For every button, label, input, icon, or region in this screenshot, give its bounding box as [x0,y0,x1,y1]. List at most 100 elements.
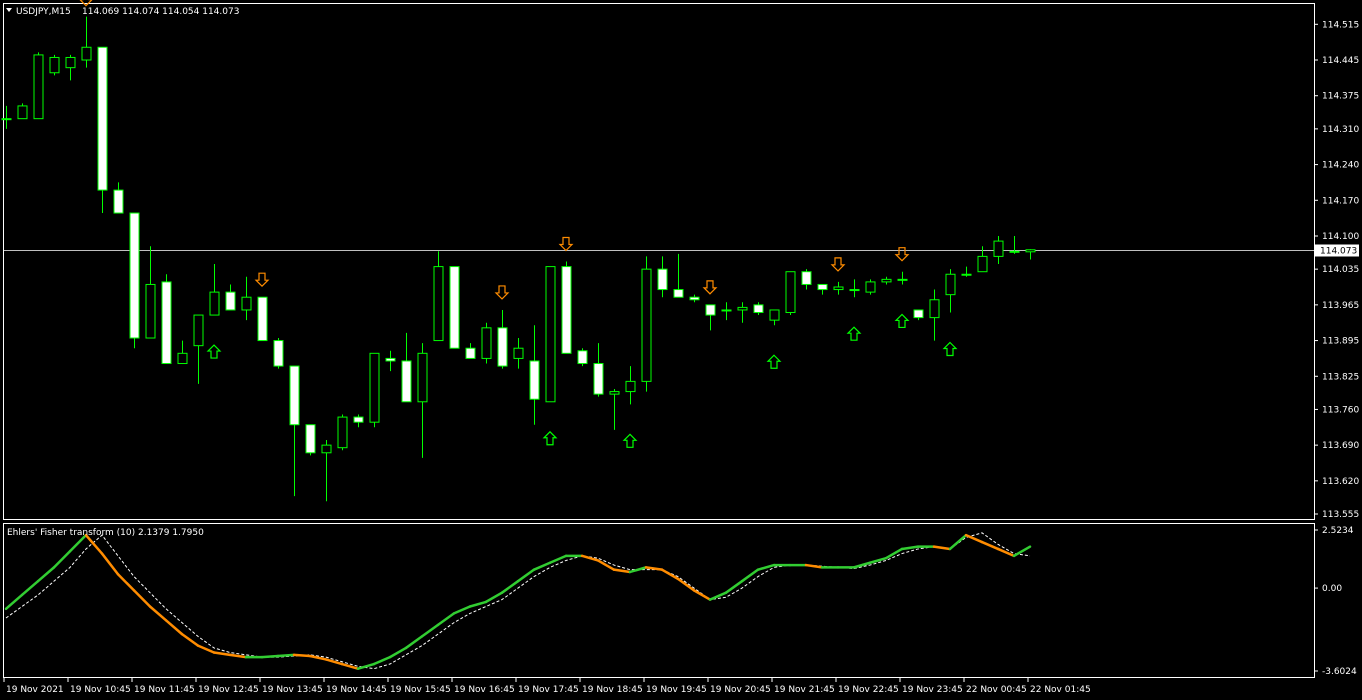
candle [65,54,76,81]
candle-body-bear [801,271,812,285]
candle-body-bear [257,296,268,342]
candle [641,256,652,392]
time-tick-label: 19 Nov 17:45 [518,685,579,695]
candle-body-bull [241,296,252,311]
price-tick-label: 113.690 [1322,441,1359,451]
arrow-down-icon [702,280,718,295]
time-axis: 19 Nov 2021 19 Nov 10:45 19 Nov 11:45 19 No… [3,678,1091,695]
candle-body-bull [961,273,972,276]
time-tick-label: 19 Nov 13:45 [262,685,323,695]
candle [257,296,268,342]
fisher-segment-down [132,589,152,608]
candle [209,264,220,316]
candle [225,284,236,311]
candle [561,261,572,354]
signal-arrows [79,0,958,448]
candle [49,54,60,76]
triangle-down-icon[interactable] [6,8,12,12]
candle [993,235,1004,265]
candle [273,338,284,369]
price-tick-label: 114.170 [1322,196,1359,206]
arrow-down-icon [830,257,846,272]
candle-body-bull [993,240,1004,257]
time-tick-label: 19 Nov 10:45 [70,685,131,695]
candle-body-bear [673,289,684,298]
candle [945,269,956,313]
candle-body-bull [849,289,860,292]
fisher-segment-up [4,593,24,611]
candle-body-bull [193,314,204,347]
price-tick-label: 114.445 [1322,56,1359,66]
arrow-down-icon [494,285,510,300]
candle [785,271,796,316]
candle-body-bull [625,380,636,393]
candle [705,304,716,331]
candle-body-bull [609,391,620,395]
candle-body-bull [65,56,76,69]
candle [881,276,892,285]
candle-body-bull [177,352,188,365]
fisher-segment-down [100,552,120,576]
candle-body-bull [481,327,492,359]
time-tick-label: 19 Nov 18:45 [582,685,643,695]
candle [241,276,252,321]
symbol-header[interactable]: USDJPY,M15 114.069 114.074 114.054 114.0… [6,7,239,17]
candle [737,302,748,323]
arrow-up-icon [846,326,862,341]
time-tick-label: 19 Nov 15:45 [390,685,451,695]
candle-body-bear [449,266,460,349]
candle [177,340,188,365]
fisher-segment-down [692,589,712,601]
fisher-segment-up [500,579,520,594]
indicator-tick-label: 0.00 [1322,584,1342,594]
fisher-segment-up [452,605,472,615]
indicator-axis: 2.5234 0.00 -3.6024 [1314,526,1357,677]
main-chart-frame [3,3,1315,520]
candle [321,440,332,502]
price-tick-label: 113.620 [1322,477,1359,487]
candle-body-bear [161,281,172,365]
symbol-label: USDJPY,M15 [16,7,71,17]
fisher-segment-up [404,635,424,650]
time-tick-label: 19 Nov 23:45 [902,685,963,695]
candle [513,338,524,369]
fisher-segment-down [804,563,824,569]
candle-body-bull [17,105,28,120]
candle-body-bull [641,268,652,382]
indicator-tick-label: -3.6024 [1322,667,1357,677]
fisher-segment-down [324,658,344,666]
price-tick-label: 114.100 [1322,232,1359,242]
candle-body-bull [145,283,156,339]
ohlc-label: 114.069 114.074 114.054 114.073 [82,7,239,17]
candle-body-bear [273,340,284,367]
candle [289,365,300,497]
candle-body-bear [577,350,588,365]
candle-body-bear [129,212,140,339]
arrow-down-icon [558,236,574,252]
price-tick-label: 114.240 [1322,161,1359,171]
arrow-up-icon [942,341,958,357]
candle [929,289,940,341]
candle-body-bear [113,189,124,214]
candle-body-bull [1009,250,1020,253]
candle [609,389,620,430]
candle [577,348,588,367]
price-tick-label: 113.555 [1322,510,1359,520]
price-tick-label: 114.375 [1322,92,1359,102]
candle [369,352,380,428]
price-axis: 114.515 114.445 114.375 114.310 114.240 114.1… [1314,20,1359,520]
trading-chart[interactable]: 114.515 114.445 114.375 114.310 114.240 114.1… [0,0,1362,700]
fisher-segment-up [372,655,392,666]
fisher-segment-up [852,561,872,569]
fisher-segment-up [868,556,888,565]
fisher-segment-down [212,651,232,657]
current-price-line: 114.073 [4,244,1359,257]
candle [497,309,508,369]
candle-body-bull [369,352,380,423]
time-tick-label: 19 Nov 2021 [6,685,64,695]
candle-body-bear [529,360,540,400]
fisher-segment-down [228,653,248,659]
arrow-down-icon [894,247,910,262]
candle-body-bear [289,365,300,426]
candle-body-bull [833,286,844,291]
